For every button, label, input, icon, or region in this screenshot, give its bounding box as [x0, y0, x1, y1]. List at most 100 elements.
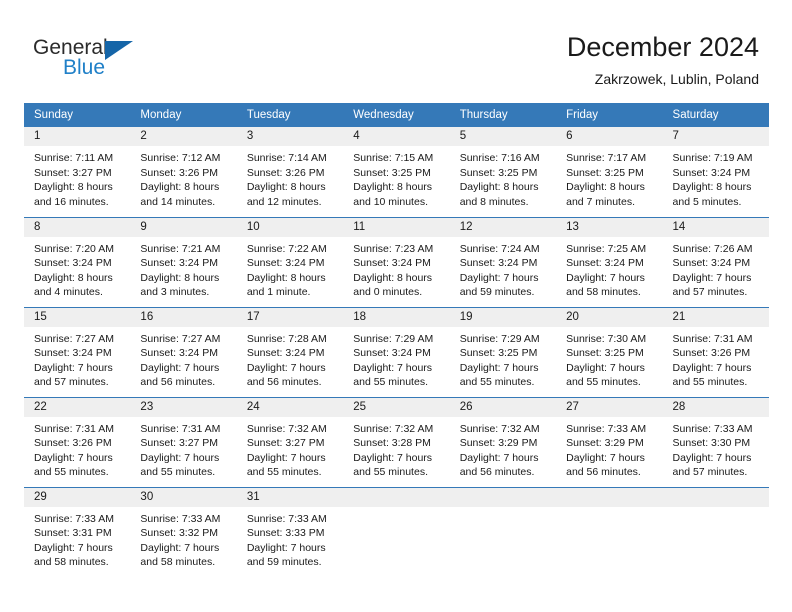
daylight-text-line1: Daylight: 8 hours	[246, 181, 326, 194]
day-cell[interactable]: 19 Sunrise: 7:29 AM Sunset: 3:25 PM Dayl…	[449, 306, 557, 397]
day-cell[interactable]: 17 Sunrise: 7:28 AM Sunset: 3:24 PM Dayl…	[236, 306, 344, 397]
sunrise-text: Sunrise: 7:16 AM	[459, 152, 540, 164]
day-cell[interactable]: 6 Sunrise: 7:17 AM Sunset: 3:25 PM Dayli…	[556, 127, 663, 217]
day-cell[interactable]: 27 Sunrise: 7:33 AM Sunset: 3:29 PM Dayl…	[556, 396, 663, 487]
generalblue-logo[interactable]: General Blue	[33, 36, 233, 86]
sunset-text: Sunset: 3:24 PM	[353, 347, 431, 360]
day-number: 7	[662, 127, 769, 146]
day-details: Sunrise: 7:27 AM Sunset: 3:24 PM Dayligh…	[24, 327, 130, 390]
day-details: Sunrise: 7:25 AM Sunset: 3:24 PM Dayligh…	[556, 237, 662, 300]
sunset-text: Sunset: 3:33 PM	[246, 527, 325, 540]
day-cell[interactable]: 8 Sunrise: 7:20 AM Sunset: 3:24 PM Dayli…	[24, 216, 131, 307]
day-details: Sunrise: 7:32 AM Sunset: 3:29 PM Dayligh…	[450, 417, 556, 480]
daylight-text-line2: and 14 minutes.	[140, 195, 216, 208]
day-details: Sunrise: 7:33 AM Sunset: 3:33 PM Dayligh…	[237, 507, 343, 570]
daylight-text-line2: and 8 minutes.	[459, 195, 529, 208]
day-cell-empty	[556, 486, 663, 577]
day-cell[interactable]: 31 Sunrise: 7:33 AM Sunset: 3:33 PM Dayl…	[236, 486, 344, 577]
sunrise-text: Sunrise: 7:15 AM	[353, 152, 434, 164]
sunrise-text: Sunrise: 7:33 AM	[246, 512, 327, 525]
day-cell[interactable]: 5 Sunrise: 7:16 AM Sunset: 3:25 PM Dayli…	[449, 127, 557, 217]
day-details: Sunrise: 7:30 AM Sunset: 3:25 PM Dayligh…	[556, 327, 662, 390]
sunset-text: Sunset: 3:29 PM	[459, 437, 538, 450]
daylight-text-line1: Daylight: 7 hours	[140, 541, 220, 554]
calendar-week-row: 15 Sunrise: 7:27 AM Sunset: 3:24 PM Dayl…	[24, 306, 769, 397]
day-cell[interactable]: 12 Sunrise: 7:24 AM Sunset: 3:24 PM Dayl…	[449, 216, 557, 307]
daylight-text-line2: and 58 minutes.	[566, 286, 641, 299]
day-cell[interactable]: 29 Sunrise: 7:33 AM Sunset: 3:31 PM Dayl…	[24, 486, 131, 577]
day-cell[interactable]: 7 Sunrise: 7:19 AM Sunset: 3:24 PM Dayli…	[662, 127, 769, 217]
weekday-header-tuesday: Tuesday	[236, 103, 344, 127]
day-number: 13	[556, 217, 663, 237]
calendar-page: General Blue December 2024 Zakrzowek, Lu…	[0, 0, 792, 612]
day-cell[interactable]: 10 Sunrise: 7:22 AM Sunset: 3:24 PM Dayl…	[236, 216, 344, 307]
day-number: 25	[343, 397, 450, 417]
daylight-text-line2: and 57 minutes.	[34, 376, 109, 389]
day-cell[interactable]: 3 Sunrise: 7:14 AM Sunset: 3:26 PM Dayli…	[236, 127, 344, 217]
calendar-week-row: 1 Sunrise: 7:11 AM Sunset: 3:27 PM Dayli…	[24, 127, 769, 217]
sunset-text: Sunset: 3:24 PM	[672, 166, 751, 179]
sunrise-text: Sunrise: 7:19 AM	[672, 152, 753, 164]
daylight-text-line1: Daylight: 7 hours	[459, 361, 539, 374]
day-details: Sunrise: 7:31 AM Sunset: 3:26 PM Dayligh…	[24, 417, 130, 480]
page-subtitle: Zakrzowek, Lublin, Poland	[594, 71, 759, 87]
calendar-week-row: 29 Sunrise: 7:33 AM Sunset: 3:31 PM Dayl…	[24, 486, 769, 577]
daylight-text-line1: Daylight: 8 hours	[672, 181, 752, 194]
day-cell[interactable]: 1 Sunrise: 7:11 AM Sunset: 3:27 PM Dayli…	[24, 127, 131, 217]
day-cell[interactable]: 14 Sunrise: 7:26 AM Sunset: 3:24 PM Dayl…	[662, 216, 769, 307]
sunset-text: Sunset: 3:27 PM	[246, 437, 325, 450]
weekday-header-thursday: Thursday	[449, 103, 557, 127]
day-details: Sunrise: 7:33 AM Sunset: 3:30 PM Dayligh…	[663, 417, 769, 480]
day-cell[interactable]: 28 Sunrise: 7:33 AM Sunset: 3:30 PM Dayl…	[662, 396, 769, 487]
daylight-text-line1: Daylight: 7 hours	[353, 451, 433, 464]
sunrise-text: Sunrise: 7:31 AM	[34, 422, 114, 435]
day-cell[interactable]: 24 Sunrise: 7:32 AM Sunset: 3:27 PM Dayl…	[236, 396, 344, 487]
day-details: Sunrise: 7:29 AM Sunset: 3:24 PM Dayligh…	[343, 327, 449, 390]
daylight-text-line2: and 16 minutes.	[34, 195, 109, 208]
day-details: Sunrise: 7:12 AM Sunset: 3:26 PM Dayligh…	[130, 146, 236, 209]
calendar-week-row: 22 Sunrise: 7:31 AM Sunset: 3:26 PM Dayl…	[24, 396, 769, 487]
day-details: Sunrise: 7:27 AM Sunset: 3:24 PM Dayligh…	[130, 327, 236, 390]
day-cell[interactable]: 25 Sunrise: 7:32 AM Sunset: 3:28 PM Dayl…	[343, 396, 450, 487]
daylight-text-line1: Daylight: 7 hours	[140, 451, 220, 464]
day-cell[interactable]: 18 Sunrise: 7:29 AM Sunset: 3:24 PM Dayl…	[343, 306, 450, 397]
day-cell[interactable]: 30 Sunrise: 7:33 AM Sunset: 3:32 PM Dayl…	[130, 486, 237, 577]
sunrise-text: Sunrise: 7:28 AM	[246, 332, 327, 345]
sunset-text: Sunset: 3:24 PM	[353, 257, 431, 270]
day-number	[449, 487, 557, 507]
day-details: Sunrise: 7:14 AM Sunset: 3:26 PM Dayligh…	[237, 146, 343, 209]
sunset-text: Sunset: 3:24 PM	[34, 257, 112, 270]
day-number: 21	[662, 307, 769, 327]
sunset-text: Sunset: 3:29 PM	[566, 437, 644, 450]
daylight-text-line1: Daylight: 7 hours	[459, 271, 539, 284]
day-cell[interactable]: 16 Sunrise: 7:27 AM Sunset: 3:24 PM Dayl…	[130, 306, 237, 397]
daylight-text-line1: Daylight: 7 hours	[246, 361, 326, 374]
day-number: 29	[24, 487, 131, 507]
daylight-text-line2: and 55 minutes.	[459, 376, 535, 389]
day-cell[interactable]: 21 Sunrise: 7:31 AM Sunset: 3:26 PM Dayl…	[662, 306, 769, 397]
sunset-text: Sunset: 3:26 PM	[34, 437, 112, 450]
day-cell[interactable]: 20 Sunrise: 7:30 AM Sunset: 3:25 PM Dayl…	[556, 306, 663, 397]
daylight-text-line1: Daylight: 8 hours	[566, 181, 645, 194]
day-details: Sunrise: 7:22 AM Sunset: 3:24 PM Dayligh…	[237, 237, 343, 300]
day-cell[interactable]: 13 Sunrise: 7:25 AM Sunset: 3:24 PM Dayl…	[556, 216, 663, 307]
day-cell[interactable]: 26 Sunrise: 7:32 AM Sunset: 3:29 PM Dayl…	[449, 396, 557, 487]
daylight-text-line1: Daylight: 7 hours	[353, 361, 433, 374]
sunset-text: Sunset: 3:24 PM	[459, 257, 538, 270]
day-cell[interactable]: 15 Sunrise: 7:27 AM Sunset: 3:24 PM Dayl…	[24, 306, 131, 397]
sunset-text: Sunset: 3:24 PM	[140, 347, 219, 360]
day-cell[interactable]: 9 Sunrise: 7:21 AM Sunset: 3:24 PM Dayli…	[130, 216, 237, 307]
sunrise-text: Sunrise: 7:14 AM	[246, 152, 327, 164]
sunrise-text: Sunrise: 7:17 AM	[566, 152, 647, 164]
calendar-table: Sunday Monday Tuesday Wednesday Thursday…	[24, 103, 769, 577]
day-cell[interactable]: 23 Sunrise: 7:31 AM Sunset: 3:27 PM Dayl…	[130, 396, 237, 487]
day-cell[interactable]: 22 Sunrise: 7:31 AM Sunset: 3:26 PM Dayl…	[24, 396, 131, 487]
day-number: 20	[556, 307, 663, 327]
weekday-header-friday: Friday	[556, 103, 663, 127]
day-cell[interactable]: 4 Sunrise: 7:15 AM Sunset: 3:25 PM Dayli…	[343, 127, 450, 217]
day-cell[interactable]: 11 Sunrise: 7:23 AM Sunset: 3:24 PM Dayl…	[343, 216, 450, 307]
day-cell[interactable]: 2 Sunrise: 7:12 AM Sunset: 3:26 PM Dayli…	[130, 127, 237, 217]
daylight-text-line2: and 12 minutes.	[246, 195, 322, 208]
sunrise-text: Sunrise: 7:22 AM	[246, 242, 327, 255]
day-cell-empty	[449, 486, 557, 577]
